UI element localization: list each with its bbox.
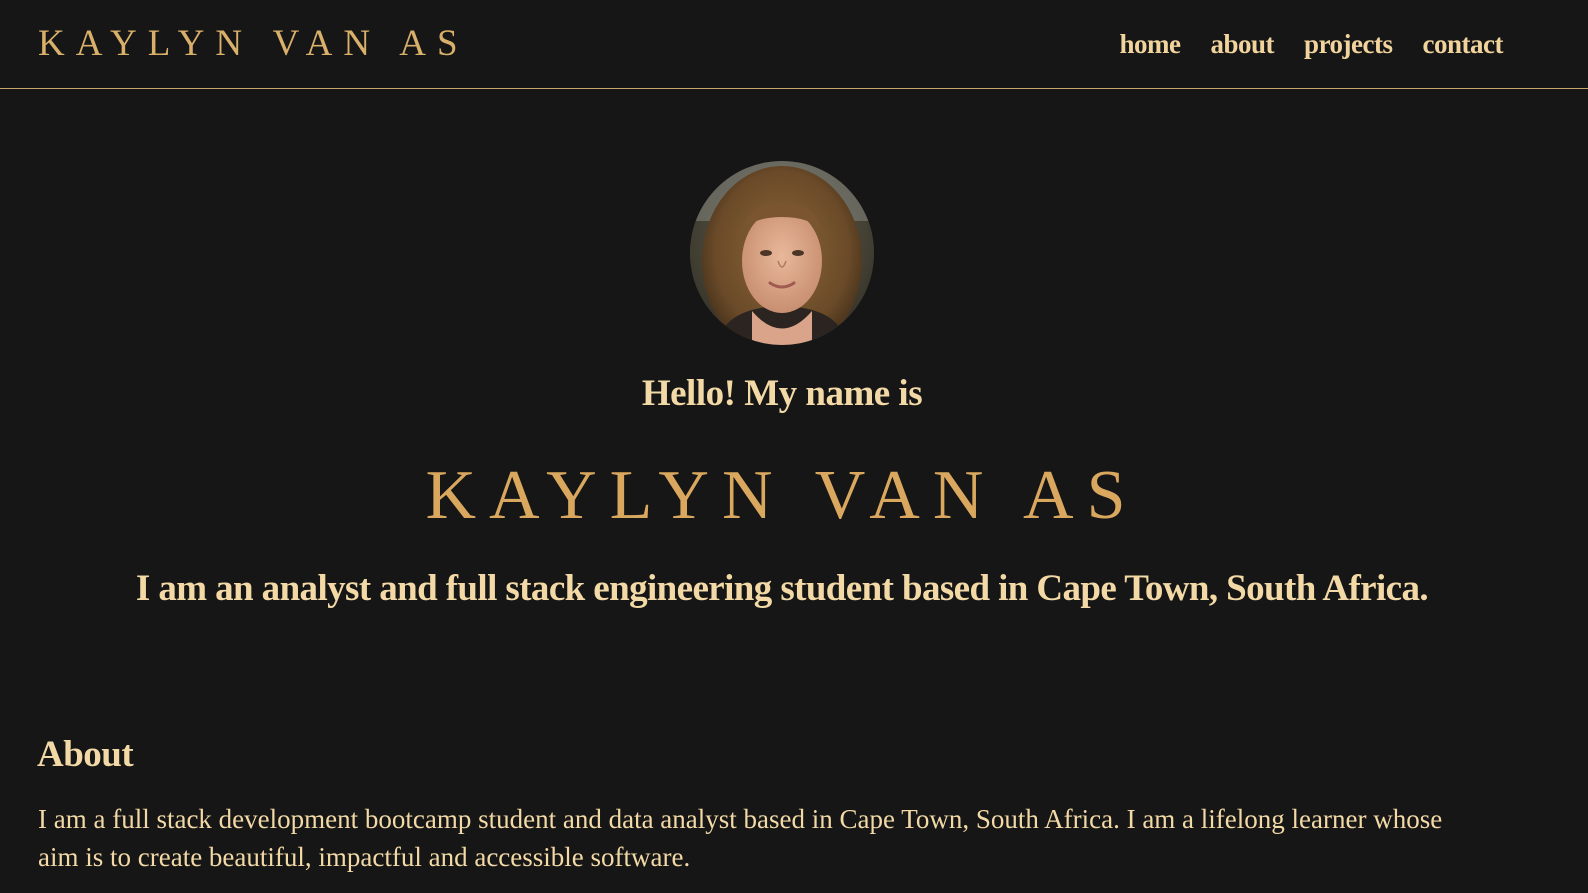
nav-projects-link[interactable]: projects xyxy=(1304,28,1393,60)
nav-contact-link[interactable]: contact xyxy=(1423,28,1504,60)
hero-name: KAYLYN VAN AS xyxy=(425,457,1139,534)
about-heading: About xyxy=(37,734,134,775)
main-nav: home about projects contact xyxy=(1120,28,1504,60)
hero-greeting: Hello! My name is xyxy=(641,373,923,414)
nav-about-link[interactable]: about xyxy=(1211,28,1275,60)
profile-photo xyxy=(690,161,874,345)
site-header: KAYLYN VAN AS home about projects contac… xyxy=(0,0,1588,89)
profile-photo-image xyxy=(690,161,874,345)
about-paragraph: I am a full stack development bootcamp s… xyxy=(38,804,1443,872)
nav-home-link[interactable]: home xyxy=(1120,28,1182,60)
site-logo[interactable]: KAYLYN VAN AS xyxy=(38,24,469,64)
hero-tagline: I am an analyst and full stack engineeri… xyxy=(135,568,1429,609)
